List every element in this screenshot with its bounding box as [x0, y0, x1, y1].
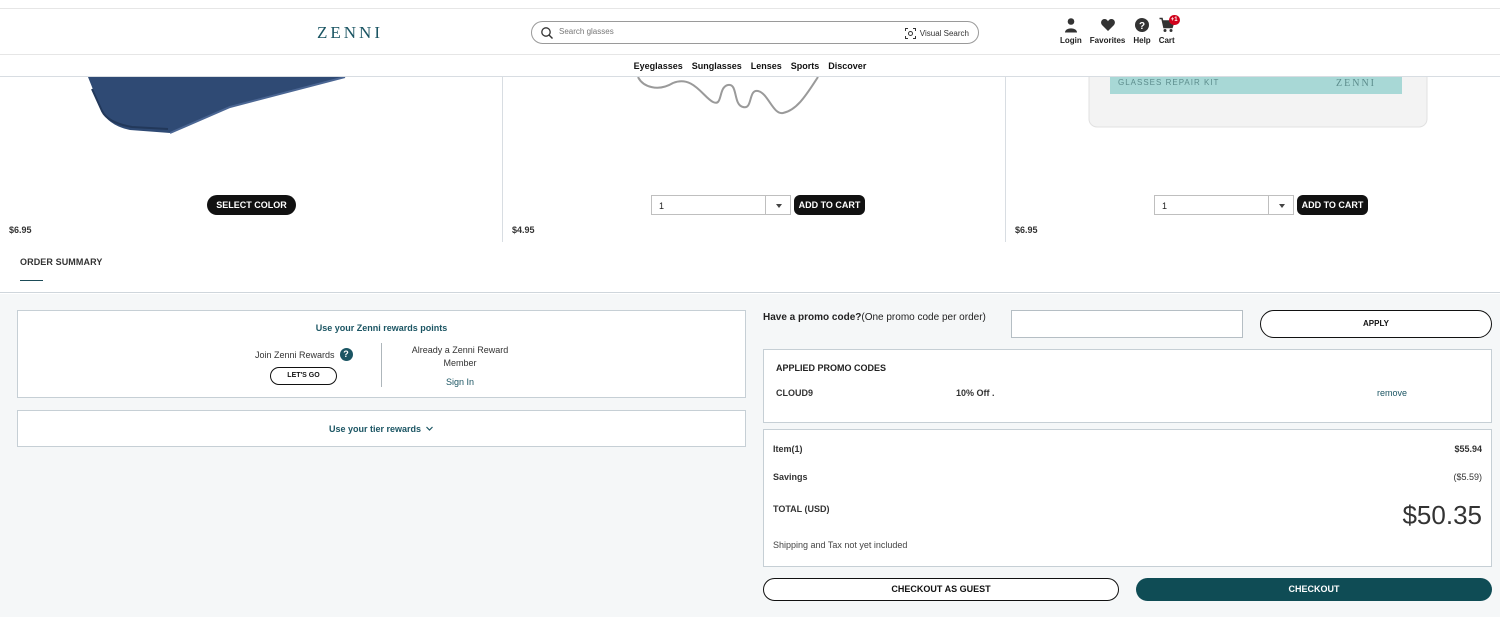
apply-button[interactable]: APPLY	[1260, 310, 1492, 338]
main-nav: Eyeglasses Sunglasses Lenses Sports Disc…	[0, 55, 1500, 77]
user-icon	[1064, 18, 1077, 33]
nav-eyeglasses[interactable]: Eyeglasses	[634, 61, 683, 71]
checkout-as-guest-button[interactable]: CHECKOUT AS GUEST	[763, 578, 1119, 601]
login-label: Login	[1060, 36, 1082, 45]
quantity-divider	[1268, 196, 1269, 214]
add-to-cart-button[interactable]: ADD TO CART	[794, 195, 865, 215]
member-label: Already a Zenni Reward Member	[411, 345, 509, 368]
search-bar[interactable]: Search glasses Visual Search	[531, 21, 979, 44]
join-rewards-label: Join Zenni Rewards	[255, 349, 335, 360]
svg-text:GLASSES REPAIR KIT: GLASSES REPAIR KIT	[1118, 78, 1219, 87]
chevron-down-icon	[1279, 204, 1285, 208]
add-to-cart-button[interactable]: ADD TO CART	[1297, 195, 1368, 215]
quantity-select[interactable]: 1	[1154, 195, 1294, 215]
search-icon	[541, 27, 553, 39]
product-card-repair-kit: GLASSES REPAIR KIT ZENNI 1 ADD TO CART $…	[1006, 77, 1500, 242]
cart-button[interactable]: +1 Cart	[1158, 15, 1180, 53]
savings-value: ($5.59)	[1453, 472, 1482, 482]
shipping-note: Shipping and Tax not yet included	[773, 540, 908, 550]
sign-in-link[interactable]: Sign In	[400, 377, 520, 387]
item-label: Item(1)	[773, 444, 803, 454]
svg-text:ZENNI: ZENNI	[317, 23, 383, 41]
product-price: $4.95	[512, 225, 535, 235]
product-card-case: SELECT COLOR $6.95	[0, 77, 503, 242]
rewards-title: Use your Zenni rewards points	[315, 323, 448, 333]
favorites-label: Favorites	[1089, 36, 1126, 45]
product-price: $6.95	[9, 225, 32, 235]
help-button[interactable]: ? Help	[1133, 17, 1151, 53]
total-value: $50.35	[1402, 500, 1482, 530]
promo-code: CLOUD9	[776, 388, 814, 398]
help-icon[interactable]: ?	[339, 348, 353, 361]
order-summary-panel: Use your Zenni rewards points Join Zenni…	[0, 294, 1500, 617]
zenni-logo[interactable]: ZENNI	[317, 23, 403, 41]
glasses-case-image[interactable]	[70, 77, 370, 137]
tier-rewards-label: Use your tier rewards	[328, 423, 422, 434]
nav-sports[interactable]: Sports	[791, 61, 820, 71]
nav-sunglasses[interactable]: Sunglasses	[692, 61, 742, 71]
cart-count-badge: +1	[1168, 15, 1180, 25]
promo-label-note: (One promo code per order)	[861, 312, 986, 323]
cart-label: Cart	[1158, 36, 1175, 45]
help-icon: ?	[1135, 18, 1150, 32]
applied-promo-title: APPLIED PROMO CODES	[776, 363, 887, 373]
chevron-down-icon	[776, 204, 782, 208]
help-label: Help	[1133, 36, 1151, 45]
repair-kit-image[interactable]: GLASSES REPAIR KIT ZENNI	[1088, 77, 1430, 129]
remove-promo-link[interactable]: remove	[1377, 388, 1407, 398]
select-color-button[interactable]: SELECT COLOR	[207, 195, 296, 215]
lets-go-button[interactable]: LET'S GO	[270, 367, 337, 385]
quantity-select[interactable]: 1	[651, 195, 791, 215]
tier-rewards-toggle[interactable]: Use your tier rewards	[17, 410, 746, 447]
glasses-chain-image[interactable]	[633, 77, 833, 122]
nav-discover[interactable]: Discover	[828, 61, 866, 71]
promo-label: Have a promo code?(One promo code per or…	[763, 312, 986, 323]
tab-order-summary[interactable]: ORDER SUMMARY	[20, 257, 102, 267]
product-price: $6.95	[1015, 225, 1038, 235]
total-row: TOTAL (USD)	[773, 504, 1482, 514]
site-header: ZENNI Search glasses Visual Search Login	[0, 8, 1500, 55]
accessory-products: SELECT COLOR $6.95 1 ADD TO CART $4.95 G…	[0, 77, 1500, 242]
nav-lenses[interactable]: Lenses	[751, 61, 782, 71]
quantity-divider	[765, 196, 766, 214]
checkout-button[interactable]: CHECKOUT	[1136, 578, 1492, 601]
svg-text:?: ?	[1139, 21, 1145, 32]
total-label: TOTAL (USD)	[773, 504, 830, 514]
quantity-value: 1	[659, 201, 665, 211]
quantity-value: 1	[1162, 201, 1168, 211]
visual-search-icon	[904, 27, 916, 39]
promo-label-main: Have a promo code?	[763, 312, 862, 323]
join-rewards: Join Zenni Rewards ?	[255, 348, 353, 361]
chevron-down-icon	[426, 426, 433, 431]
header-actions: Login Favorites ? Help +1 Cart	[1060, 15, 1180, 53]
order-totals: Item(1) $55.94 Savings ($5.59) TOTAL (US…	[763, 429, 1492, 567]
promo-code-input[interactable]	[1011, 310, 1243, 338]
rewards-divider	[381, 343, 382, 387]
rewards-box: Use your Zenni rewards points Join Zenni…	[17, 310, 746, 398]
item-row: Item(1) $55.94	[773, 444, 1482, 454]
applied-promo-codes: APPLIED PROMO CODES CLOUD9 10% Off . rem…	[763, 349, 1492, 423]
favorites-button[interactable]: Favorites	[1089, 17, 1126, 53]
promo-discount: 10% Off .	[956, 388, 995, 398]
heart-icon	[1100, 19, 1115, 31]
savings-label: Savings	[773, 472, 808, 482]
product-card-chain: 1 ADD TO CART $4.95	[503, 77, 1006, 242]
svg-text:ZENNI: ZENNI	[1336, 78, 1376, 89]
tab-underline	[20, 280, 43, 281]
visual-search-label: Visual Search	[919, 28, 969, 38]
search-input[interactable]: Search glasses	[559, 27, 614, 36]
login-button[interactable]: Login	[1060, 17, 1082, 53]
item-value: $55.94	[1454, 444, 1482, 454]
savings-row: Savings ($5.59)	[773, 472, 1482, 482]
order-summary-header: ORDER SUMMARY	[0, 243, 1500, 293]
visual-search-button[interactable]: Visual Search	[904, 26, 969, 40]
